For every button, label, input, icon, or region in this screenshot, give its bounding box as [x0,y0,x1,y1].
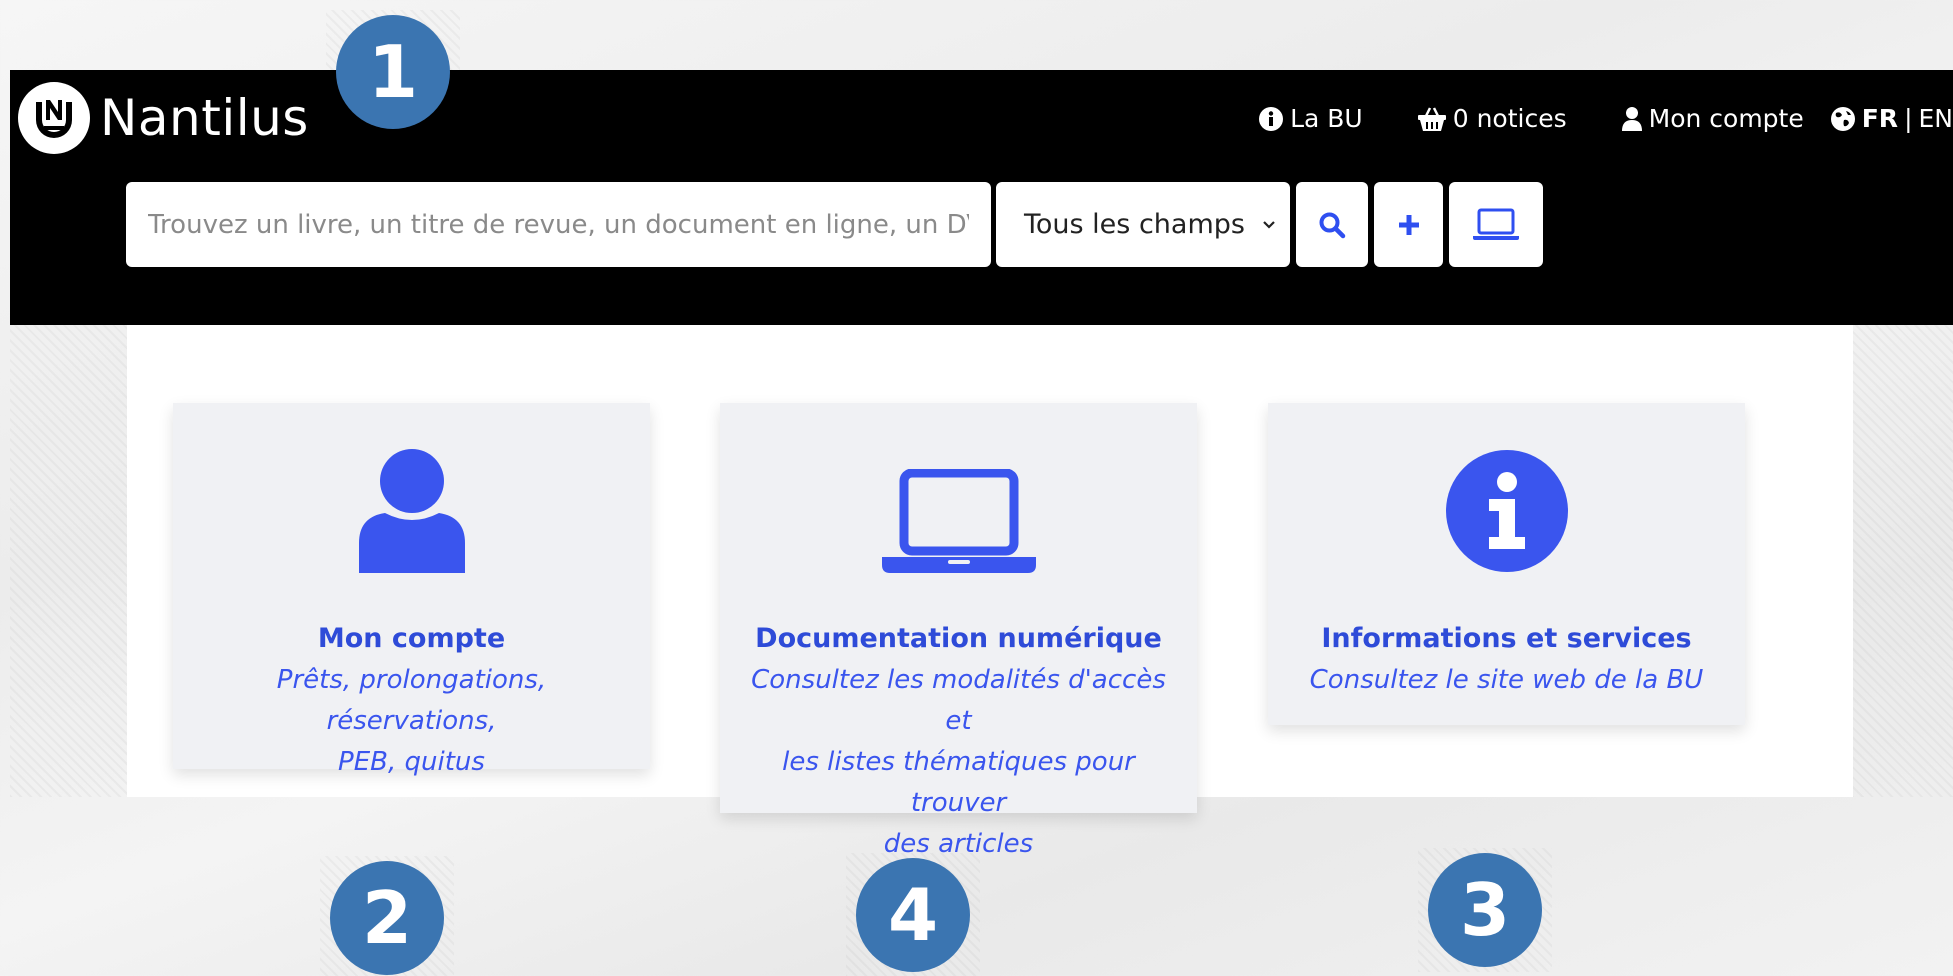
content-area: Mon compte Prêts, prolongations, réserva… [10,325,1953,859]
laptop-icon [1473,208,1519,240]
logo-text: Nantilus [100,89,309,147]
number-badge-4: 4 [846,853,980,976]
card-description: Consultez le site web de la BU [1268,660,1745,701]
search-input[interactable] [126,182,991,267]
user-icon [358,449,465,573]
globe-icon [1830,106,1855,131]
card-desc-line: Consultez le site web de la BU [1309,665,1704,695]
card-icon-wrap [173,403,650,573]
card-title: Informations et services [1321,623,1692,654]
card-description: Consultez les modalités d'accès et les l… [720,660,1197,865]
badge-number: 3 [1428,853,1542,967]
number-badge-3: 3 [1418,848,1552,972]
card-desc-line: Consultez les modalités d'accès et [751,665,1166,736]
badge-number: 2 [330,861,444,975]
search-button[interactable] [1296,182,1368,267]
card-desc-line: PEB, quitus [338,747,485,777]
card-documentation-numerique[interactable]: Documentation numérique Consultez les mo… [720,403,1197,859]
digital-resources-button[interactable] [1449,182,1543,267]
nantilus-logo-icon [18,82,90,154]
top-navigation: La BU 0 notices Mon compte FR | EN [1204,104,1953,133]
badge-number: 1 [336,15,450,129]
search-bar: Tous les champs [126,182,1543,267]
card-desc-line: les listes thématiques pour trouver [782,747,1135,818]
card-title: Documentation numérique [755,623,1162,654]
card-mon-compte[interactable]: Mon compte Prêts, prolongations, réserva… [173,403,650,777]
content-panel: Mon compte Prêts, prolongations, réserva… [127,325,1853,859]
lang-en-link[interactable]: EN [1919,104,1953,133]
search-icon [1319,212,1346,238]
card-icon-wrap [1268,403,1745,573]
site-logo[interactable]: Nantilus [18,82,309,154]
nav-basket[interactable]: 0 notices [1417,104,1567,133]
nav-notices-label: 0 notices [1452,104,1567,133]
card-desc-line: Prêts, prolongations, réservations, [276,665,547,736]
lang-fr-link[interactable]: FR [1862,104,1898,133]
lang-separator: | [1904,104,1913,133]
number-badge-2: 2 [320,856,454,976]
plus-icon [1398,214,1419,235]
site-header: Nantilus La BU 0 notices Mon compte FR |… [10,70,1953,325]
info-circle-icon [1259,106,1284,131]
nav-la-bu[interactable]: La BU [1258,104,1363,133]
advanced-search-button[interactable] [1374,182,1443,267]
card-title: Mon compte [317,623,506,654]
search-field-select[interactable]: Tous les champs [996,182,1290,267]
card-description: Prêts, prolongations, réservations, PEB,… [173,660,650,783]
nav-account-label: Mon compte [1648,104,1804,133]
search-field-selected: Tous les champs [1024,209,1245,240]
nav-la-bu-label: La BU [1290,104,1363,133]
user-icon [1621,106,1642,131]
chevron-down-icon [1263,220,1275,229]
laptop-icon [881,469,1036,573]
nav-account[interactable]: Mon compte [1621,104,1804,133]
card-icon-wrap [720,403,1197,573]
badge-number: 4 [856,858,970,972]
card-informations-services[interactable]: Informations et services Consultez le si… [1268,403,1745,725]
number-badge-1: 1 [326,10,460,134]
info-circle-icon [1445,450,1568,572]
basket-icon [1417,106,1446,131]
language-switcher: FR | EN [1830,104,1953,133]
